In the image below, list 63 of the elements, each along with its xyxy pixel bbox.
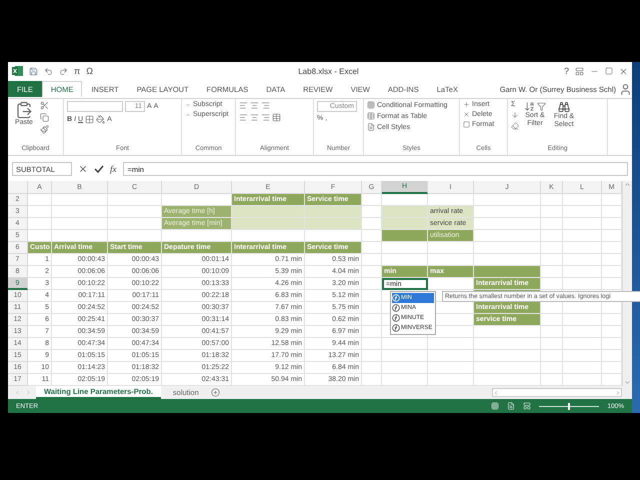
shaded-cell xyxy=(305,206,362,218)
save-icon[interactable] xyxy=(29,66,38,76)
eraser-icon[interactable] xyxy=(511,122,519,130)
binoculars-icon[interactable] xyxy=(558,101,570,113)
merge-icon[interactable] xyxy=(272,113,281,122)
next-sheet-icon[interactable] xyxy=(25,389,32,396)
function-icon xyxy=(392,314,400,322)
function-icon xyxy=(392,304,400,312)
align-bottom-icon[interactable] xyxy=(261,101,270,110)
vertical-scrollbar[interactable] xyxy=(622,181,632,386)
filter-icon[interactable] xyxy=(537,102,546,111)
fill-bucket-icon[interactable] xyxy=(96,115,106,124)
clipboard-icon[interactable] xyxy=(15,101,33,119)
shaded-cell xyxy=(382,230,428,242)
select-all-corner[interactable] xyxy=(8,181,28,194)
cancel-icon[interactable] xyxy=(78,164,88,174)
cells-icon[interactable] xyxy=(463,121,470,128)
align-top-icon[interactable] xyxy=(239,101,248,110)
font-name-field[interactable] xyxy=(67,101,123,112)
avatar-icon[interactable] xyxy=(619,82,632,96)
close-icon[interactable] xyxy=(619,66,628,76)
excel-logo-icon xyxy=(12,66,23,76)
window-title: Lab8.xlsx - Excel xyxy=(297,66,360,76)
check-icon[interactable] xyxy=(94,164,104,174)
align-center-icon[interactable] xyxy=(250,113,259,122)
scroll-up-icon[interactable] xyxy=(624,181,631,188)
previous-sheet-icon[interactable] xyxy=(14,389,21,396)
copy-icon[interactable] xyxy=(40,113,49,122)
shaded-cell xyxy=(382,218,428,230)
align-middle-icon[interactable] xyxy=(250,101,259,110)
brush-icon[interactable] xyxy=(40,125,49,134)
function-icon xyxy=(392,324,400,332)
help-button[interactable]: ? xyxy=(564,66,569,76)
ribbon-display-icon[interactable] xyxy=(575,66,584,76)
symbol-button[interactable]: π xyxy=(74,66,80,76)
sort-icon[interactable] xyxy=(524,101,535,112)
page-layout-icon[interactable] xyxy=(507,402,516,410)
symbol-button[interactable]: Ω xyxy=(86,66,93,76)
borders-icon[interactable] xyxy=(85,115,94,124)
table-style-icon[interactable] xyxy=(367,123,375,131)
zoom-slider-thumb[interactable] xyxy=(568,402,570,410)
undo-icon[interactable] xyxy=(44,66,53,76)
cells-icon[interactable] xyxy=(463,111,470,118)
table-style-icon[interactable] xyxy=(367,101,375,109)
page-break-icon[interactable] xyxy=(523,402,532,410)
maximize-icon[interactable] xyxy=(605,67,613,75)
scroll-down-icon[interactable] xyxy=(624,379,631,386)
scroll-left-icon[interactable] xyxy=(493,390,499,396)
table-style-icon[interactable] xyxy=(367,112,375,120)
align-left-icon[interactable] xyxy=(239,113,248,122)
insert-function-button[interactable]: fx xyxy=(110,164,116,174)
shaded-cell xyxy=(305,218,362,230)
add-sheet-icon[interactable] xyxy=(210,388,220,397)
horizontal-scrollbar[interactable] xyxy=(492,388,622,397)
shaded-cell xyxy=(382,206,428,218)
scissors-icon[interactable] xyxy=(40,101,49,110)
shaded-cell xyxy=(474,266,541,278)
scroll-right-icon[interactable] xyxy=(615,390,621,396)
fill-down-icon[interactable] xyxy=(511,111,519,119)
align-right-icon[interactable] xyxy=(261,113,270,122)
normal-view-icon[interactable] xyxy=(491,402,500,410)
cells-icon[interactable] xyxy=(463,101,470,108)
redo-icon[interactable] xyxy=(59,66,68,76)
